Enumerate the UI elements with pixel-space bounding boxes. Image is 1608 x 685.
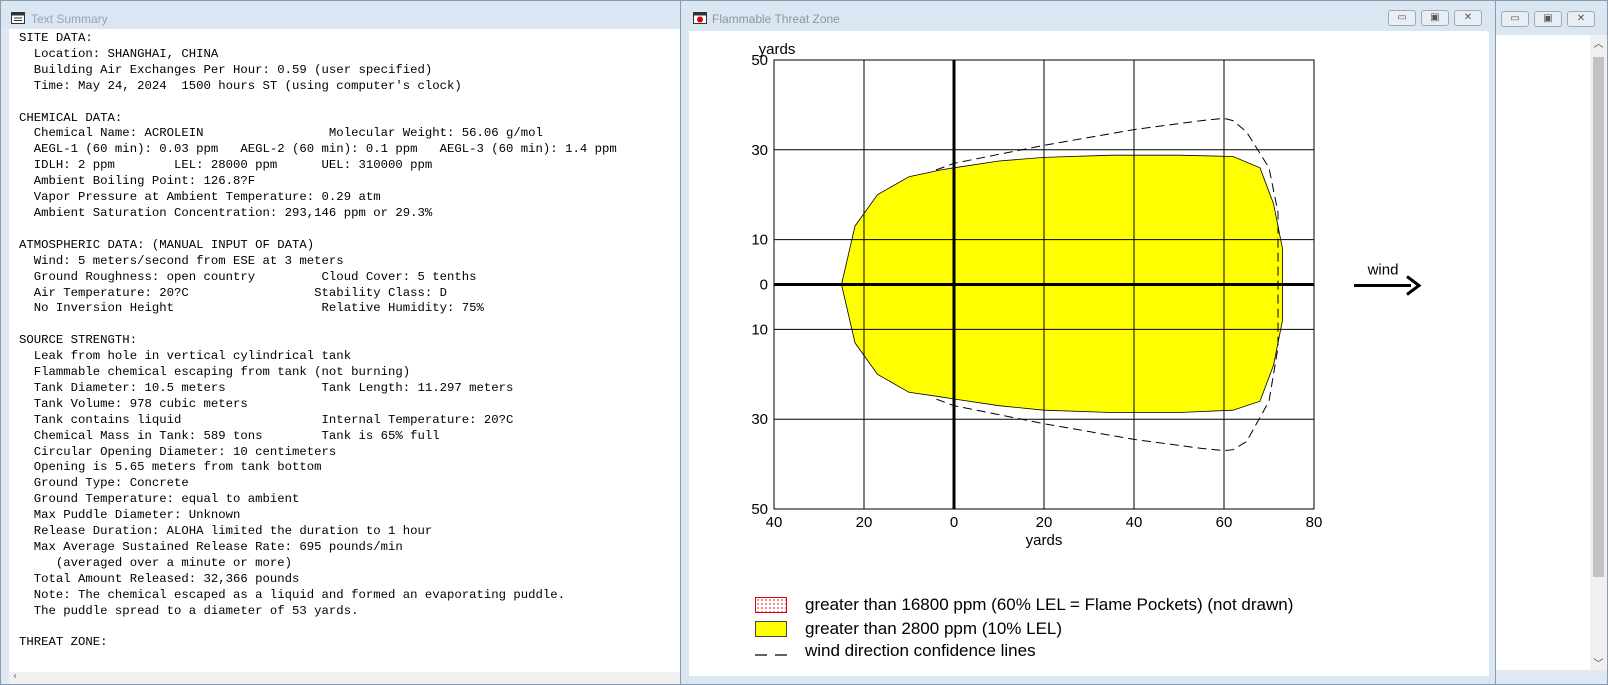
- legend-label-lel: greater than 2800 ppm (10% LEL): [805, 619, 1063, 638]
- summary-line: Wind: 5 meters/second from ESE at 3 mete…: [19, 253, 344, 268]
- summary-line: Tank Diameter: 10.5 meters Tank Length: …: [19, 380, 514, 395]
- summary-line: The puddle spread to a diameter of 53 ya…: [19, 603, 359, 618]
- summary-line: Max Average Sustained Release Rate: 695 …: [19, 540, 403, 554]
- background-window-titlebar: ▭ ▣ ✕: [1491, 1, 1607, 35]
- summary-line: Ground Type: Concrete: [19, 476, 189, 491]
- summary-line: Building Air Exchanges Per Hour: 0.59 (u…: [19, 62, 433, 77]
- summary-text-block: SITE DATA: Location: SHANGHAI, CHINA Bui…: [9, 29, 683, 651]
- summary-line: Flammable chemical escaping from tank (n…: [19, 365, 411, 380]
- lel-zone-swatch: [755, 621, 787, 637]
- legend-label-flame-pockets: greater than 16800 ppm (60% LEL = Flame …: [805, 595, 1294, 614]
- y-tick-label: 10: [751, 232, 768, 249]
- flame-pockets-swatch: [755, 597, 787, 613]
- summary-line: No Inversion Height Relative Humidity: 7…: [19, 301, 484, 316]
- flame-zone-icon: [693, 12, 707, 24]
- legend-label-confidence: wind direction confidence lines: [805, 641, 1036, 660]
- y-tick-label: 10: [751, 321, 768, 338]
- x-tick-label: 20: [856, 514, 873, 531]
- maximize-button[interactable]: ▣: [1421, 10, 1449, 26]
- y-axis-label: yards: [759, 41, 796, 58]
- summary-line: (averaged over a minute or more): [19, 555, 293, 570]
- text-summary-window: Text Summary SITE DATA: Location: SHANGH…: [0, 0, 684, 685]
- summary-line: SOURCE STRENGTH:: [19, 333, 138, 348]
- summary-line: Tank contains liquid Internal Temperatur…: [19, 412, 514, 427]
- y-tick-label: 30: [751, 142, 768, 159]
- x-axis-label: yards: [1026, 532, 1063, 549]
- summary-line: Air Temperature: 20?C Stability Class: D: [19, 285, 448, 300]
- summary-line: Ground Temperature: equal to ambient: [19, 492, 300, 507]
- summary-line: Total Amount Released: 32,366 pounds: [19, 571, 300, 586]
- threat-zone-title: Flammable Threat Zone: [712, 12, 840, 26]
- y-tick-label: 0: [760, 277, 768, 294]
- x-tick-label: 0: [950, 514, 958, 531]
- threat-zone-chart: 40 20 0 20 40 60 805030100103050yardsyardswind: [751, 41, 1422, 549]
- scrollbar-thumb[interactable]: [1593, 57, 1604, 577]
- y-tick-label: 30: [751, 411, 768, 428]
- threat-zone-window: Flammable Threat Zone ▭ ▣ ✕ 40 20 0 20 40 60 8…: [680, 0, 1496, 685]
- threat-zone-client: 40 20 0 20 40 60 80 50 30 10 0 10 30 50 yards yards wind…: [689, 31, 1489, 676]
- text-summary-content[interactable]: SITE DATA: Location: SHANGHAI, CHINA Bui…: [9, 29, 683, 672]
- text-document-icon: [11, 12, 25, 24]
- x-tick-label: 40: [1126, 514, 1143, 531]
- x-tick-label: 40: [766, 514, 783, 531]
- maximize-button[interactable]: ▣: [1534, 11, 1562, 27]
- x-tick-label: 80: [1306, 514, 1323, 531]
- close-button[interactable]: ✕: [1454, 10, 1482, 26]
- y-tick-label: 50: [751, 501, 768, 518]
- background-window: ▭ ▣ ✕ ︿ ﹀: [1490, 0, 1608, 685]
- scroll-down-arrow-icon[interactable]: ﹀: [1590, 655, 1607, 670]
- x-tick-label: 20: [1036, 514, 1053, 531]
- summary-line: SITE DATA:: [19, 31, 93, 45]
- summary-line: Tank Volume: 978 cubic meters: [19, 396, 248, 411]
- summary-line: Note: The chemical escaped as a liquid a…: [19, 587, 566, 602]
- text-summary-titlebar: Text Summary: [1, 1, 683, 29]
- minimize-button[interactable]: ▭: [1388, 10, 1416, 26]
- summary-line: Ambient Boiling Point: 126.8?F: [19, 174, 256, 189]
- summary-line: Opening is 5.65 meters from tank bottom: [19, 460, 322, 475]
- scroll-left-arrow-icon[interactable]: ‹: [13, 671, 17, 682]
- summary-line: CHEMICAL DATA:: [19, 110, 123, 125]
- summary-line: Ground Roughness: open country Cloud Cov…: [19, 269, 477, 284]
- summary-line: Ambient Saturation Concentration: 293,14…: [19, 205, 433, 220]
- summary-line: THREAT ZONE:: [19, 635, 108, 650]
- summary-line: Circular Opening Diameter: 10 centimeter…: [19, 444, 337, 459]
- threat-zone-titlebar: Flammable Threat Zone ▭ ▣ ✕: [681, 1, 1495, 31]
- vertical-scrollbar[interactable]: ︿ ﹀: [1590, 35, 1607, 670]
- summary-line: Max Puddle Diameter: Unknown: [19, 508, 241, 523]
- minimize-button[interactable]: ▭: [1501, 11, 1529, 27]
- x-tick-label: 60: [1216, 514, 1233, 531]
- dashed-line-swatch: [755, 654, 787, 656]
- summary-line: Location: SHANGHAI, CHINA: [19, 46, 219, 61]
- scroll-up-arrow-icon[interactable]: ︿: [1590, 35, 1607, 50]
- summary-line: IDLH: 2 ppm LEL: 28000 ppm UEL: 310000 p…: [19, 158, 433, 173]
- summary-line: Vapor Pressure at Ambient Temperature: 0…: [19, 190, 381, 205]
- summary-line: Release Duration: ALOHA limited the dura…: [19, 524, 433, 539]
- summary-line: Leak from hole in vertical cylindrical t…: [19, 349, 352, 364]
- summary-line: AEGL-1 (60 min): 0.03 ppm AEGL-2 (60 min…: [19, 142, 617, 157]
- summary-line: ATMOSPHERIC DATA: (MANUAL INPUT OF DATA): [19, 237, 315, 252]
- text-summary-title: Text Summary: [31, 12, 108, 26]
- summary-line: Time: May 24, 2024 1500 hours ST (using …: [19, 78, 462, 93]
- summary-line: Chemical Mass in Tank: 589 tons Tank is …: [19, 428, 440, 443]
- summary-line: Chemical Name: ACROLEIN Molecular Weight…: [19, 126, 543, 141]
- horizontal-scrollbar[interactable]: ‹: [9, 671, 683, 684]
- close-button[interactable]: ✕: [1567, 11, 1595, 27]
- wind-label: wind: [1367, 262, 1399, 279]
